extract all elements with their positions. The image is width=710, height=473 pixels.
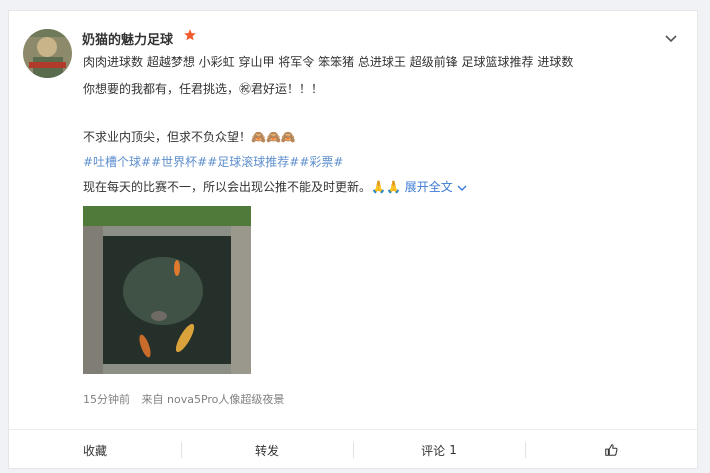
repost-label: 转发: [254, 443, 279, 458]
repost-button[interactable]: 转发: [181, 430, 353, 470]
post-source[interactable]: 来自 nova5Pro人像超级夜景: [142, 393, 285, 406]
expand-full-text-link[interactable]: 展开全文: [405, 180, 467, 194]
post-photo-fish-pond[interactable]: [83, 206, 251, 374]
author-avatar[interactable]: [23, 29, 72, 78]
post-text-line-1: 肉肉进球数 超越梦想 小彩虹 穿山甲 将军令 笨笨猪 总进球王 超级前锋 足球篮…: [83, 55, 574, 69]
expand-label[interactable]: 展开全文: [405, 180, 453, 194]
post-meta: 15分钟前 来自 nova5Pro人像超级夜景: [83, 391, 284, 407]
like-button[interactable]: [525, 430, 697, 470]
favorite-label: 收藏: [82, 443, 107, 458]
comment-label: 评论: [421, 443, 446, 458]
hashtag-links[interactable]: #吐槽个球##世界杯##足球滚球推荐##彩票#: [83, 154, 343, 170]
post-text-line-3: 不求业内顶尖，但求不负众望！🙈🙈🙈: [83, 130, 296, 144]
post-time[interactable]: 15分钟前: [83, 393, 130, 406]
post-text-line-4: 现在每天的比赛不一，所以会出现公推不能及时更新。🙏🙏 展开全文: [83, 179, 467, 195]
favorite-button[interactable]: 收藏: [9, 430, 181, 470]
chevron-down-icon[interactable]: [664, 31, 678, 45]
comment-button[interactable]: 评论 1: [353, 430, 525, 470]
post-last-line: 现在每天的比赛不一，所以会出现公推不能及时更新。🙏🙏: [83, 180, 401, 194]
comment-count: 1: [449, 443, 457, 457]
thumbs-up-icon: [605, 444, 618, 456]
star-badge-icon: [184, 29, 196, 41]
expand-chevron-icon: [457, 185, 467, 191]
author-name[interactable]: 奶猫的魅力足球: [82, 29, 173, 48]
weibo-post-card: 奶猫的魅力足球 肉肉进球数 超越梦想 小彩虹 穿山甲 将军令 笨笨猪 总进球王 …: [8, 10, 698, 469]
action-bar: 收藏 转发 评论 1: [9, 430, 697, 470]
post-text-line-2: 你想要的我都有，任君挑选，㊗君好运！！！: [83, 82, 324, 96]
